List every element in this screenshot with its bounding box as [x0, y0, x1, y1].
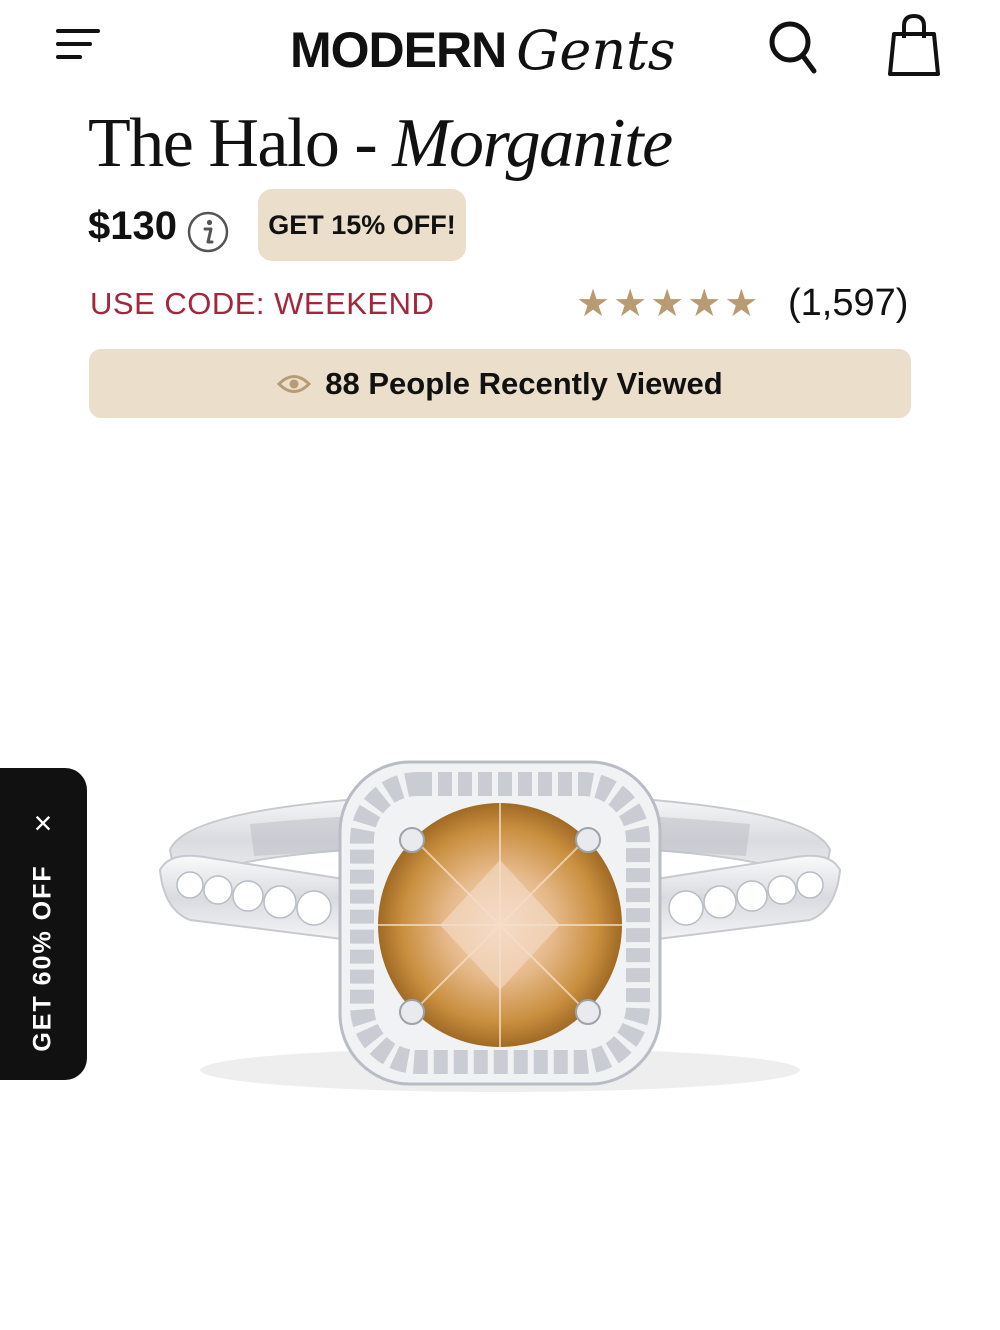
- star-icon: ★: [687, 283, 722, 325]
- discount-code-text: USE CODE: WEEKEND: [90, 286, 435, 321]
- product-title-main: The Halo -: [88, 105, 393, 182]
- product-title-variant: Morganite: [392, 105, 673, 182]
- shopping-bag-icon[interactable]: [886, 12, 942, 78]
- logo-script: Gents: [516, 18, 676, 82]
- recently-viewed-banner: 88 People Recently Viewed: [89, 349, 911, 418]
- logo-primary: MODERN: [290, 22, 507, 78]
- site-logo[interactable]: MODERN Gents: [290, 0, 676, 100]
- product-price: $130: [88, 204, 177, 248]
- review-count[interactable]: (1,597): [788, 282, 908, 325]
- star-icon: ★: [650, 283, 685, 325]
- star-icon: ★: [613, 283, 648, 325]
- site-header: MODERN Gents: [0, 0, 1000, 100]
- side-discount-tab[interactable]: × GET 60% OFF: [0, 768, 87, 1080]
- menu-icon[interactable]: [54, 26, 102, 62]
- side-discount-label: GET 60% OFF: [28, 864, 57, 1052]
- search-icon[interactable]: [766, 16, 822, 78]
- rating-stars[interactable]: ★ ★ ★ ★ ★: [576, 284, 758, 324]
- product-title: The Halo - Morganite: [88, 104, 673, 184]
- eye-icon: [277, 374, 312, 393]
- product-image[interactable]: [150, 740, 850, 1110]
- get-discount-button[interactable]: GET 15% OFF!: [258, 189, 466, 261]
- recently-viewed-text: 88 People Recently Viewed: [325, 365, 723, 401]
- info-icon[interactable]: [186, 210, 230, 254]
- star-icon: ★: [576, 283, 611, 325]
- close-icon[interactable]: ×: [28, 807, 58, 839]
- star-icon: ★: [724, 283, 759, 325]
